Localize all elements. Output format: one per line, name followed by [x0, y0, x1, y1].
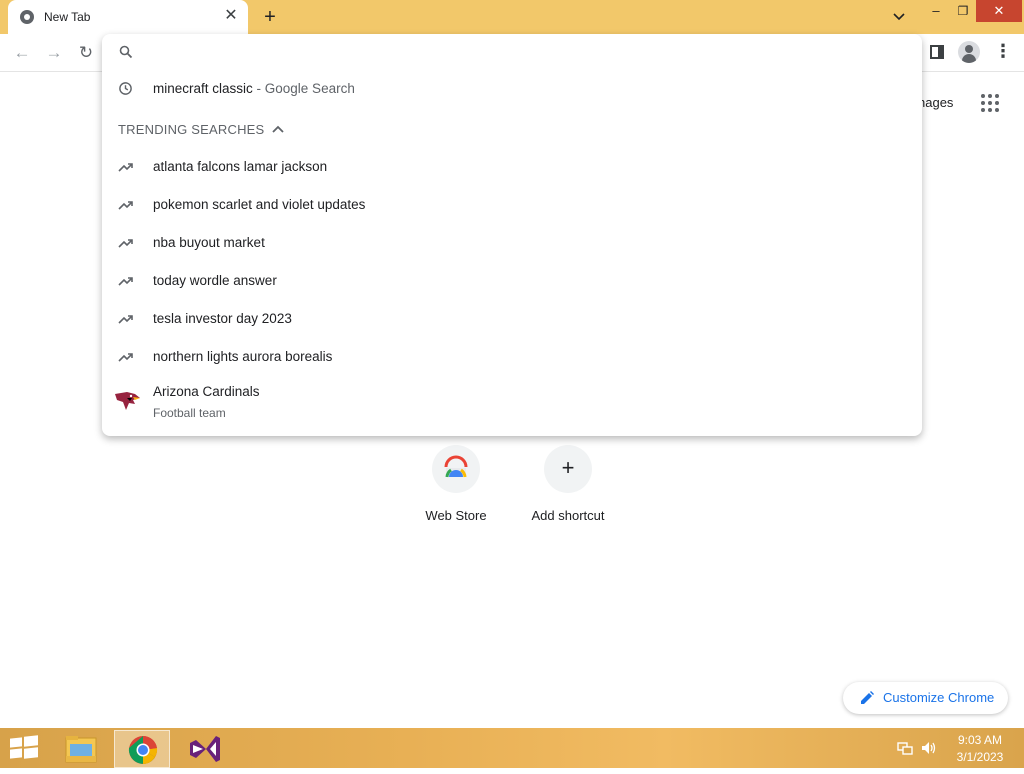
suggestion-trending[interactable]: nba buyout market — [102, 224, 922, 262]
customize-label: Customize Chrome — [883, 690, 995, 705]
suggestion-trending[interactable]: pokemon scarlet and violet updates — [102, 186, 922, 224]
history-suffix: - Google Search — [252, 81, 355, 96]
reload-button[interactable]: ↻ — [73, 40, 99, 66]
trending-icon — [118, 315, 133, 324]
chrome-icon[interactable] — [114, 730, 170, 768]
suggestion-trending[interactable]: today wordle answer — [102, 262, 922, 300]
add-shortcut-tile: + — [544, 445, 592, 493]
window-close-button[interactable]: ✕ — [976, 0, 1022, 22]
windows-start-icon[interactable] — [10, 735, 38, 760]
forward-button[interactable]: → — [41, 40, 67, 66]
web-store-tile — [432, 445, 480, 493]
trending-icon — [118, 163, 133, 172]
plus-icon: + — [561, 455, 575, 480]
visual-studio-icon[interactable] — [176, 730, 232, 768]
tab-new-tab[interactable]: New Tab ✕ — [8, 0, 248, 34]
minimize-button[interactable]: – — [922, 0, 950, 22]
clock-time[interactable]: 9:03 AM — [940, 733, 1020, 747]
new-tab-button[interactable]: + — [258, 5, 282, 29]
history-query: minecraft classic — [153, 81, 253, 96]
suggestion-history[interactable]: minecraft classic - Google Search — [102, 70, 922, 108]
clock-date[interactable]: 3/1/2023 — [940, 750, 1020, 764]
volume-icon[interactable] — [920, 740, 938, 756]
shortcut-label: Web Store — [425, 508, 487, 523]
entity-name: Arizona Cardinals — [153, 384, 260, 399]
omnibox-input[interactable] — [145, 41, 905, 63]
trending-text: atlanta falcons lamar jackson — [153, 159, 328, 174]
chevron-down-icon — [893, 13, 905, 21]
web-store-icon — [444, 455, 468, 478]
images-link[interactable]: nages — [918, 95, 953, 110]
trending-icon — [118, 201, 133, 210]
apps-icon[interactable] — [981, 94, 999, 112]
suggestion-entity[interactable]: Arizona Cardinals Football team — [102, 380, 922, 428]
shortcut-add[interactable]: + Add shortcut — [518, 445, 618, 535]
folder-icon — [65, 736, 97, 763]
network-icon[interactable] — [897, 740, 913, 756]
chrome-logo — [128, 735, 158, 764]
visual-studio-logo — [190, 736, 220, 762]
taskbar — [0, 728, 1024, 768]
chrome-favicon-icon — [20, 10, 34, 24]
trending-text: today wordle answer — [153, 273, 277, 288]
file-explorer-icon[interactable] — [54, 730, 110, 768]
restore-button[interactable]: ❐ — [950, 0, 976, 22]
trending-icon — [118, 277, 133, 286]
suggestion-trending[interactable]: northern lights aurora borealis — [102, 338, 922, 376]
side-panel-icon[interactable] — [930, 45, 944, 59]
cardinals-logo — [115, 392, 140, 410]
trending-text: northern lights aurora borealis — [153, 349, 333, 364]
shortcut-web-store[interactable]: Web Store — [406, 445, 506, 535]
suggestion-trending[interactable]: atlanta falcons lamar jackson — [102, 148, 922, 186]
suggestion-trending[interactable]: tesla investor day 2023 — [102, 300, 922, 338]
back-button[interactable]: ← — [9, 40, 35, 66]
tab-title: New Tab — [44, 10, 91, 24]
trending-searches-header: TRENDING SEARCHES — [118, 122, 265, 137]
trending-text: pokemon scarlet and violet updates — [153, 197, 366, 212]
tab-search-button[interactable] — [886, 6, 912, 28]
search-icon — [119, 45, 133, 59]
customize-chrome-button[interactable]: Customize Chrome — [843, 682, 1008, 714]
trending-text: tesla investor day 2023 — [153, 311, 292, 326]
history-icon — [119, 82, 132, 95]
chrome-menu-button[interactable]: ⋮ — [994, 40, 1012, 64]
entity-subtitle: Football team — [153, 406, 226, 420]
tab-close-button[interactable]: ✕ — [222, 7, 240, 25]
trending-icon — [118, 239, 133, 248]
trending-text: nba buyout market — [153, 235, 265, 250]
shortcut-label: Add shortcut — [531, 508, 605, 523]
chevron-up-icon[interactable] — [271, 122, 285, 136]
profile-avatar[interactable] — [958, 41, 980, 63]
trending-icon — [118, 353, 133, 362]
title-bar: New Tab ✕ + – ❐ ✕ — [0, 0, 1024, 34]
pencil-icon — [861, 691, 874, 704]
